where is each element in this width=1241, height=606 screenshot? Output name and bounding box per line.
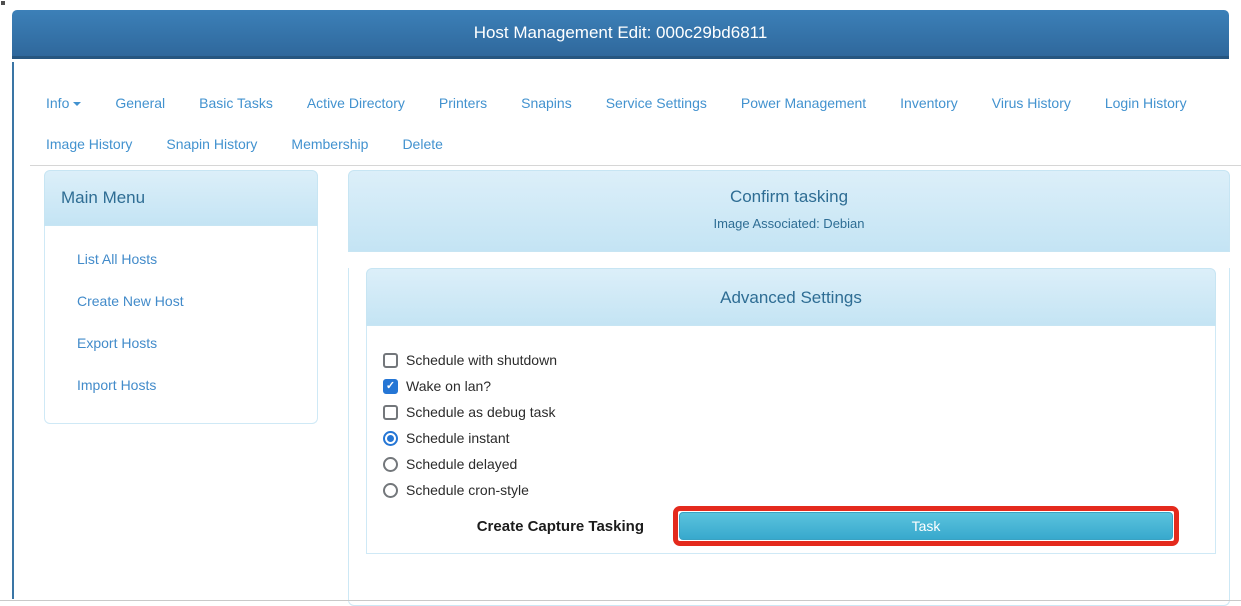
- wake-on-lan-checkbox[interactable]: ✓: [383, 379, 398, 394]
- advanced-settings-panel: Advanced Settings Schedule with shutdown…: [366, 268, 1216, 554]
- main-menu-panel: Main Menu List All Hosts Create New Host…: [44, 170, 318, 424]
- option-row: Schedule with shutdown: [383, 347, 1199, 373]
- schedule-instant-radio[interactable]: [383, 431, 398, 446]
- main-menu-header: Main Menu: [44, 170, 318, 226]
- main-menu-title: Main Menu: [61, 188, 145, 208]
- tab-image-history[interactable]: Image History: [46, 136, 132, 152]
- tab-service-settings[interactable]: Service Settings: [606, 95, 707, 111]
- schedule-as-debug-task-label: Schedule as debug task: [406, 404, 555, 420]
- confirm-tasking-body: Advanced Settings Schedule with shutdown…: [348, 268, 1230, 606]
- sidebar-item-export-hosts[interactable]: Export Hosts: [77, 336, 317, 350]
- confirm-tasking-header: Confirm tasking Image Associated: Debian: [348, 170, 1230, 252]
- checkmark-icon: ✓: [386, 381, 395, 392]
- schedule-cron-style-radio[interactable]: [383, 483, 398, 498]
- tab-membership[interactable]: Membership: [291, 136, 368, 152]
- tab-inventory[interactable]: Inventory: [900, 95, 958, 111]
- caret-down-icon: [73, 102, 81, 106]
- schedule-with-shutdown-checkbox[interactable]: [383, 353, 398, 368]
- page-left-border: [12, 62, 14, 599]
- tab-snapin-history[interactable]: Snapin History: [166, 136, 257, 152]
- tab-nav-row-1: Info General Basic Tasks Active Director…: [46, 93, 1231, 113]
- page-title: Host Management Edit: 000c29bd6811: [474, 23, 768, 43]
- schedule-instant-label: Schedule instant: [406, 430, 510, 446]
- sidebar-item-create-new-host[interactable]: Create New Host: [77, 294, 317, 308]
- main-menu-body: List All Hosts Create New Host Export Ho…: [44, 226, 318, 424]
- app-header-bar: Host Management Edit: 000c29bd6811: [12, 10, 1229, 59]
- sidebar-item-list-all-hosts[interactable]: List All Hosts: [77, 252, 317, 266]
- wake-on-lan-label: Wake on lan?: [406, 378, 491, 394]
- tab-general[interactable]: General: [115, 95, 165, 111]
- option-row: Schedule as debug task: [383, 399, 1199, 425]
- option-row: Schedule cron-style: [383, 477, 1199, 503]
- schedule-cron-style-label: Schedule cron-style: [406, 482, 529, 498]
- tab-login-history[interactable]: Login History: [1105, 95, 1187, 111]
- tab-nav-row-2: Image History Snapin History Membership …: [46, 134, 1231, 154]
- advanced-settings-header: Advanced Settings: [366, 268, 1216, 326]
- sidebar-item-import-hosts[interactable]: Import Hosts: [77, 378, 317, 392]
- schedule-delayed-radio[interactable]: [383, 457, 398, 472]
- confirm-tasking-title: Confirm tasking: [349, 171, 1229, 207]
- task-button[interactable]: Task: [679, 512, 1173, 540]
- schedule-as-debug-task-checkbox[interactable]: [383, 405, 398, 420]
- option-row: Schedule instant: [383, 425, 1199, 451]
- option-row: ✓ Wake on lan?: [383, 373, 1199, 399]
- advanced-settings-body: Schedule with shutdown ✓ Wake on lan? Sc…: [366, 326, 1216, 554]
- image-associated-label: Image Associated: Debian: [349, 216, 1229, 231]
- nav-bottom-divider: [30, 165, 1241, 166]
- task-button-highlight: Task: [673, 506, 1179, 546]
- tab-basic-tasks[interactable]: Basic Tasks: [199, 95, 273, 111]
- schedule-delayed-label: Schedule delayed: [406, 456, 517, 472]
- schedule-with-shutdown-label: Schedule with shutdown: [406, 352, 557, 368]
- tab-info[interactable]: Info: [46, 95, 81, 111]
- corner-artifact: [1, 1, 5, 5]
- tab-snapins[interactable]: Snapins: [521, 95, 572, 111]
- tab-power-management[interactable]: Power Management: [741, 95, 866, 111]
- create-capture-tasking-label: Create Capture Tasking: [383, 518, 644, 535]
- confirm-tasking-panel: Confirm tasking Image Associated: Debian…: [348, 170, 1230, 606]
- page-bottom-divider: [0, 600, 1241, 601]
- option-row: Schedule delayed: [383, 451, 1199, 477]
- tab-printers[interactable]: Printers: [439, 95, 487, 111]
- tab-virus-history[interactable]: Virus History: [992, 95, 1071, 111]
- tab-delete[interactable]: Delete: [402, 136, 442, 152]
- tab-active-directory[interactable]: Active Directory: [307, 95, 405, 111]
- host-tab-nav: Info General Basic Tasks Active Director…: [46, 93, 1231, 175]
- advanced-settings-title: Advanced Settings: [367, 269, 1215, 308]
- create-capture-tasking-row: Create Capture Tasking Task: [383, 507, 1199, 545]
